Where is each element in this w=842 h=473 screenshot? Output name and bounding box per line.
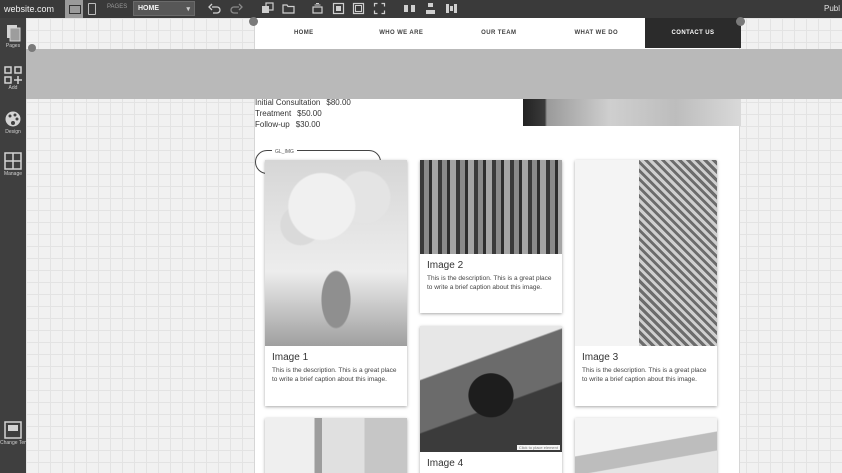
brand-logo: website.com [4,4,55,14]
gallery-card-6[interactable] [575,418,717,473]
header-selection-band[interactable] [26,49,842,99]
price-value: $30.00 [295,120,321,129]
price-row: Follow-up $30.00 [255,119,405,130]
layers-icon[interactable] [261,2,274,15]
gallery-label: GL_IMG [272,149,297,155]
resize-handle-left[interactable] [249,17,258,26]
gallery-card-title: Image 4 [427,458,464,469]
gallery-card-1[interactable]: Image 1 This is the description. This is… [265,160,407,406]
expand-icon[interactable] [373,2,386,15]
resize-handle-right[interactable] [736,17,745,26]
price-row: Treatment $50.00 [255,108,405,119]
gallery-card-2[interactable]: Image 2 This is the description. This is… [420,160,562,313]
gallery-card-5[interactable] [265,418,407,473]
mobile-view-icon[interactable] [88,3,96,15]
nav-item-what-we-do[interactable]: WHAT WE DO [548,18,646,48]
nav-item-home[interactable]: HOME [255,18,353,48]
gallery-caption: Image 1 This is the description. This is… [265,346,407,384]
price-name: Follow-up [255,120,290,129]
top-toolbar: website.com PAGES HOME ▾ Publ [0,0,842,18]
current-page-label: HOME [138,5,159,12]
sidebar-label-design: Design [5,129,21,135]
gallery-caption: Image 4 [420,452,562,469]
nav-item-our-team[interactable]: OUR TEAM [450,18,548,48]
grid-box-icon[interactable] [332,2,345,15]
gallery-caption: Image 2 This is the description. This is… [420,254,562,292]
redo-icon[interactable] [229,2,243,16]
chevron-down-icon: ▾ [186,6,190,13]
sidebar-label-pages: Pages [5,43,21,49]
sidebar-item-design[interactable]: Design [0,110,26,135]
gallery-card-title: Image 3 [582,352,619,363]
gallery-caption: Image 3 This is the description. This is… [575,346,717,384]
sidebar-item-manage[interactable]: Manage [0,152,26,177]
manage-icon [4,152,22,170]
price-value: $50.00 [297,109,322,118]
gallery-card-title: Image 2 [427,260,464,271]
price-name: Treatment [255,109,292,118]
gallery-card-description: This is the description. This is a great… [427,275,552,291]
pages-label: PAGES [107,4,128,10]
sidebar-item-pages[interactable]: Pages [0,24,26,49]
folder-icon[interactable] [282,2,295,15]
section-handle[interactable] [28,44,36,52]
sidebar-label-manage: Manage [3,171,23,177]
gallery-image-race-car: Click to place element [420,326,562,452]
gallery-image-gift-table [265,418,407,473]
align-horizontal-icon[interactable] [403,2,416,15]
nav-item-who-we-are[interactable]: WHO WE ARE [353,18,451,48]
left-sidebar: Pages Add Design Manage Change Template [0,18,40,473]
nav-item-contact-us[interactable]: CONTACT US [645,18,741,48]
editor-app: website.com PAGES HOME ▾ Publ Pages Add … [0,0,842,473]
gallery-card-title: Image 1 [272,352,309,363]
distribute-icon[interactable] [445,2,458,15]
change-template-icon [4,421,22,439]
frame-icon[interactable] [352,2,365,15]
stack-icon[interactable] [311,2,324,15]
sidebar-item-change-template[interactable]: Change Template [0,421,40,446]
gallery-card-description: This is the description. This is a great… [272,367,397,383]
desktop-view-icon[interactable] [65,0,83,18]
gallery-image-balloons [265,160,407,346]
site-navigation: HOME WHO WE ARE OUR TEAM WHAT WE DO CONT… [255,18,741,48]
sidebar-label-add: Add [8,85,18,91]
sidebar-item-add[interactable]: Add [0,66,26,91]
publish-button[interactable]: Publ [824,4,840,13]
design-icon [5,111,21,127]
sidebar-label-change-template: Change Template [0,440,40,446]
add-icon [4,66,22,84]
placeholder-note: Click to place element [516,445,560,450]
gallery-image-bamboo [420,160,562,254]
align-vertical-icon[interactable] [424,2,437,15]
gallery-card-3[interactable]: Image 3 This is the description. This is… [575,160,717,406]
gallery-image-window [575,418,717,473]
gallery-image-gifts [575,160,717,346]
undo-icon[interactable] [208,2,222,16]
page-select-dropdown[interactable]: HOME ▾ [133,1,195,16]
gallery-card-4[interactable]: Click to place element Image 4 [420,326,562,473]
price-list: Initial Consultation $80.00 Treatment $5… [255,97,405,130]
pages-icon [7,25,21,42]
gallery-card-description: This is the description. This is a great… [582,367,707,383]
